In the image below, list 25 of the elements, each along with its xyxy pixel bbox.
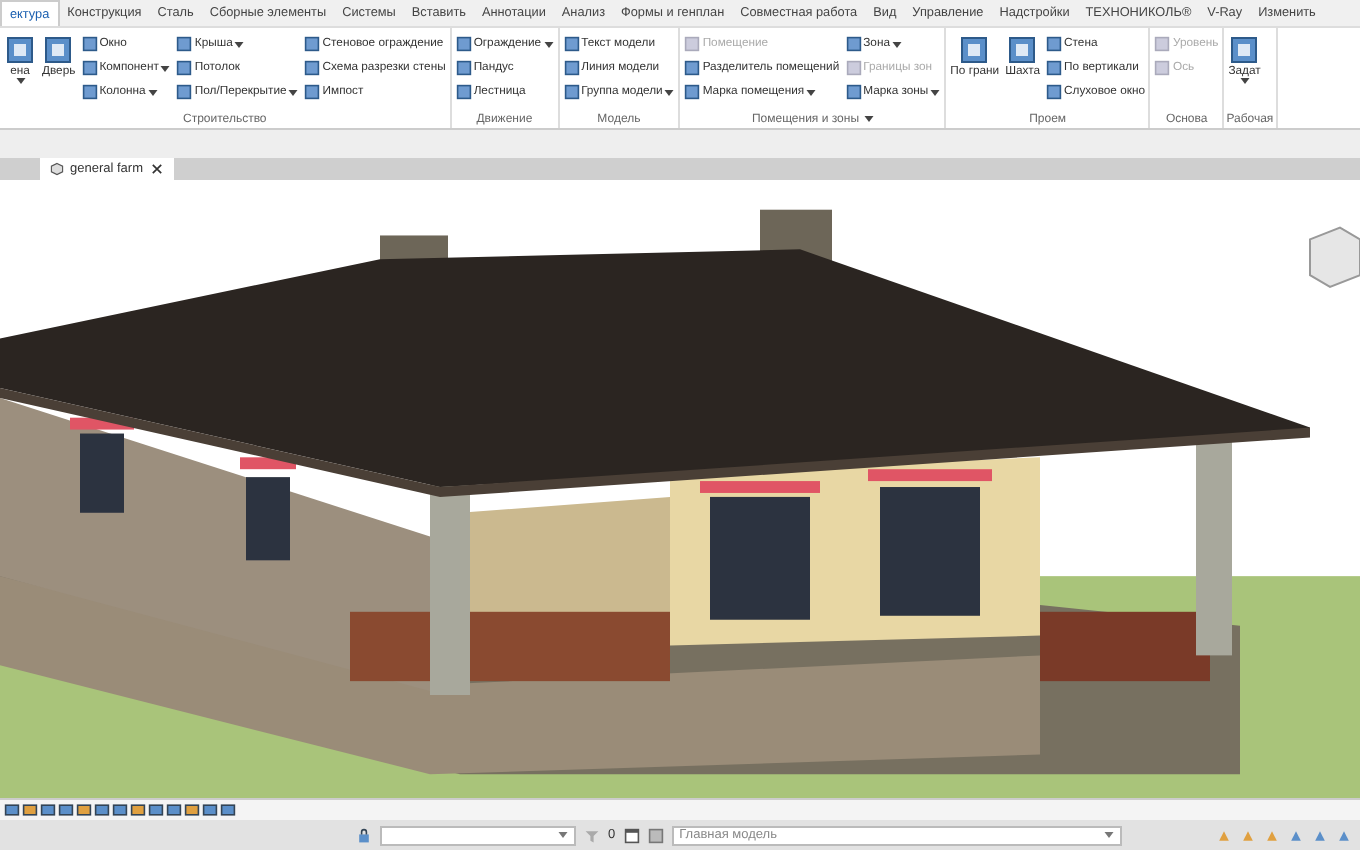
view-cube-icon[interactable] — [1309, 226, 1360, 289]
cube-icon — [50, 162, 64, 176]
caret-icon — [1239, 78, 1250, 84]
close-icon[interactable] — [149, 162, 163, 176]
tool-icon — [4, 34, 36, 66]
caret-icon — [147, 89, 158, 95]
caret-icon — [543, 41, 554, 47]
lock-icon[interactable] — [356, 827, 372, 843]
tool-icon — [958, 34, 991, 66]
caret-icon[interactable] — [863, 116, 874, 122]
caret-icon — [1103, 832, 1114, 838]
caret-icon — [806, 89, 817, 95]
grid-icon[interactable] — [647, 827, 664, 843]
tool-icon — [1228, 34, 1261, 66]
tool-icon — [1006, 34, 1039, 66]
caret-icon — [930, 89, 941, 95]
caret-icon — [892, 41, 902, 47]
caret-icon — [558, 832, 568, 838]
caret-icon — [664, 89, 675, 95]
tool-icon — [42, 34, 75, 66]
caret-icon — [160, 65, 171, 71]
caret-icon — [288, 89, 299, 95]
caret-icon — [15, 78, 25, 84]
window-icon[interactable] — [623, 827, 640, 843]
caret-icon — [234, 41, 245, 47]
